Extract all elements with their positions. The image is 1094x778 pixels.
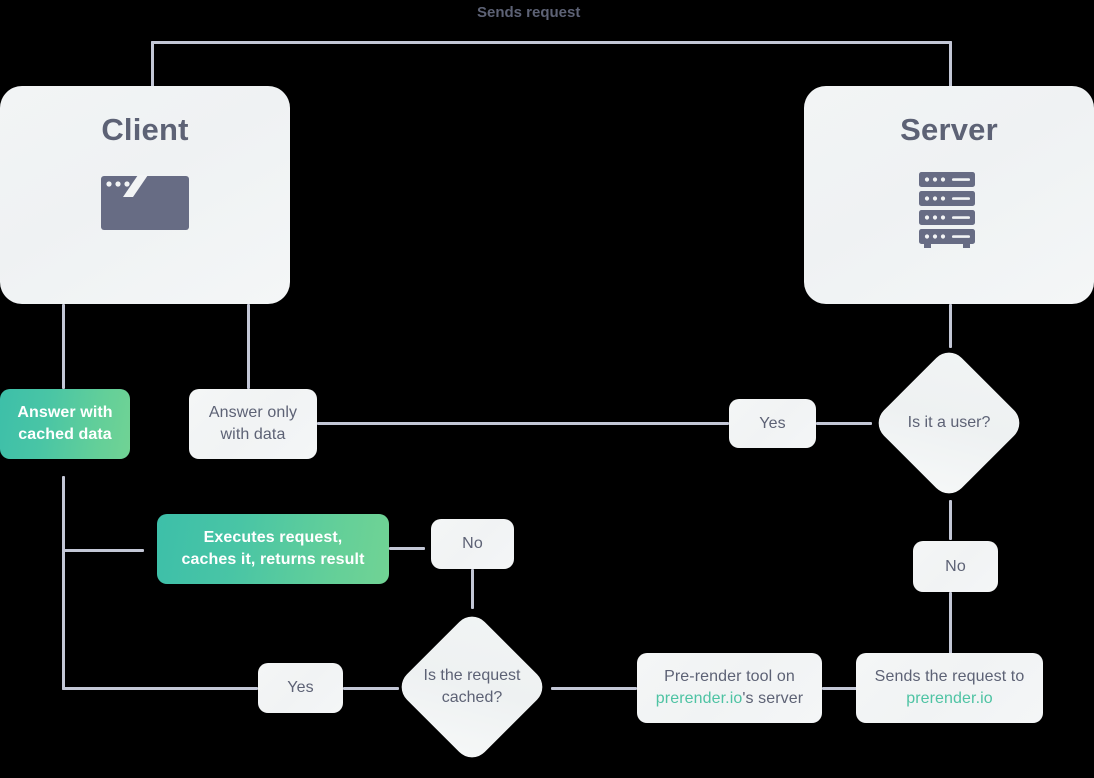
executes-line2: caches it, returns result [181,551,365,568]
connector-yes-bottom-to-is-cached [343,687,399,690]
connector-top-right-vertical [949,41,952,89]
client-panel: Client [0,86,290,304]
prerender-tool-line2-rest: 's server [742,690,804,707]
connector-client-to-answer-only [247,304,250,389]
is-the-request-cached-label: Is the request cached? [397,665,547,710]
is-cached-line2: cached? [441,689,503,706]
decision-is-it-a-user[interactable]: Is it a user? [871,345,1027,501]
node-executes-request[interactable]: Executes request, caches it, returns res… [157,514,389,584]
yes-top-label: Yes [759,414,786,432]
node-answer-with-cached-data[interactable]: Answer with cached data [0,389,130,459]
browser-window-icon [100,172,190,239]
answer-only-line2: with data [220,426,286,443]
connector-top-horizontal [151,41,952,44]
connector-top-left-vertical [151,41,154,89]
no-right-label: No [945,557,966,575]
server-rack-icon [918,172,980,253]
connector-no-mid-to-is-cached [471,569,474,609]
connector-prerender-tool-to-sends-request [822,687,858,690]
is-it-a-user-label: Is it a user? [907,413,991,431]
yes-bottom-label: Yes [287,679,314,697]
connector-is-cached-to-prerender-tool [551,687,637,690]
node-prerender-tool[interactable]: Pre-render tool on prerender.io's server [637,653,822,723]
decision-is-the-request-cached[interactable]: Is the request cached? [394,609,550,765]
answer-only-line1: Answer only [208,404,298,422]
prerender-io-link[interactable]: prerender.io [656,690,743,707]
answer-cached-line1: Answer with [17,404,113,422]
answer-cached-line2: cached data [18,426,112,443]
connector-client-to-answer-cached [62,304,65,389]
connector-spine-to-yes-bottom [62,687,258,690]
connector-no-right-to-sends-request [949,592,952,654]
sends-request-label: Sends request [477,4,581,21]
executes-line1: Executes request, [203,529,343,547]
connector-yes-to-is-user [816,422,872,425]
connector-answer-only-to-yes [317,422,729,425]
connector-server-to-is-user [949,304,952,348]
no-middle-label: No [462,535,483,553]
prerender-tool-line1: Pre-render tool on [664,668,795,686]
connector-executes-to-no-mid [389,547,425,550]
connector-spine-to-executes [62,549,144,552]
node-yes-bottom[interactable]: Yes [258,663,343,713]
node-no-right[interactable]: No [913,541,998,592]
server-panel: Server [804,86,1094,304]
server-title: Server [900,112,998,147]
node-yes-top[interactable]: Yes [729,399,816,448]
sends-request-line1: Sends the request to [874,668,1025,686]
is-cached-line1: Is the request [423,666,521,684]
connector-is-user-to-no-right [949,500,952,540]
node-sends-request-to-prerender[interactable]: Sends the request to prerender.io [856,653,1043,723]
node-answer-only-with-data[interactable]: Answer only with data [189,389,317,459]
node-no-middle[interactable]: No [431,519,514,569]
connector-left-spine [62,476,65,690]
prerender-io-link[interactable]: prerender.io [906,690,993,707]
flowchart-canvas: Sends request Client Server Answer with … [0,0,1094,778]
client-title: Client [101,112,189,147]
